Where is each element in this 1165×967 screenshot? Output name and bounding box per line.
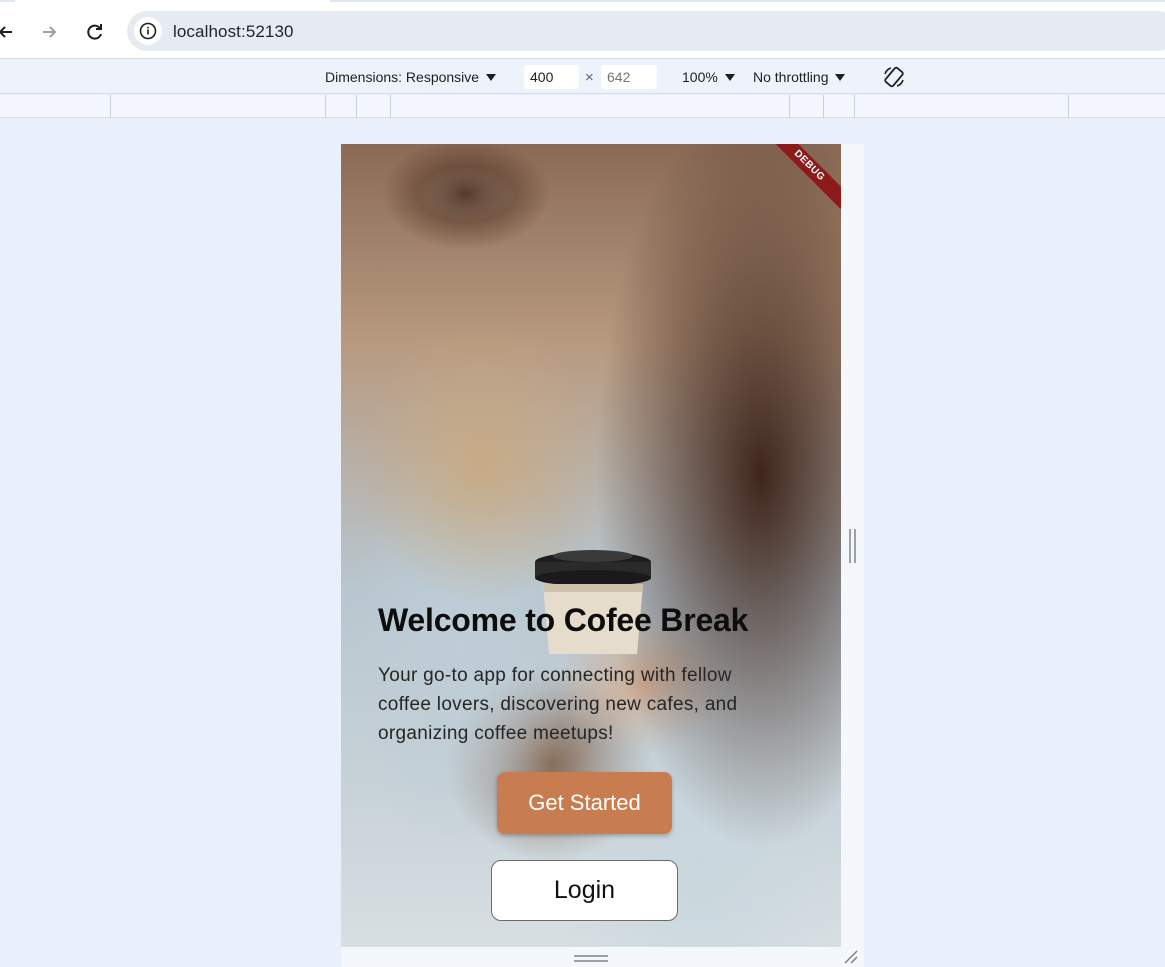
resize-handle-corner[interactable] [843, 950, 859, 964]
ruler-tick [1068, 95, 1069, 118]
resize-handle-bottom[interactable] [574, 955, 608, 963]
info-icon [139, 22, 157, 40]
ruler-tick [789, 95, 790, 118]
times-symbol: × [585, 69, 594, 86]
site-info-button[interactable] [134, 17, 162, 45]
arrow-right-icon [43, 26, 57, 38]
reload-icon [87, 24, 102, 40]
coffee-cup-photo [535, 550, 651, 654]
zoom-dropdown[interactable]: 100% [682, 69, 735, 85]
tab-strip [0, 0, 1165, 8]
caret-down-icon [724, 73, 735, 81]
caret-down-icon [835, 73, 846, 81]
welcome-subtitle: Your go-to app for connecting with fello… [378, 665, 738, 744]
address-bar[interactable]: localhost:52130 [127, 11, 1165, 51]
zoom-label: 100% [682, 69, 718, 85]
arrow-left-icon [0, 26, 12, 38]
throttling-dropdown[interactable]: No throttling [753, 69, 846, 85]
login-button[interactable]: Login [491, 860, 678, 921]
ruler-tick [325, 95, 326, 118]
resize-handle-right[interactable] [849, 529, 857, 563]
tab-indicator [330, 0, 1165, 2]
back-button[interactable] [0, 18, 20, 46]
resize-corner-icon [844, 950, 858, 964]
get-started-button[interactable]: Get Started [497, 772, 672, 834]
rotate-button[interactable] [882, 65, 906, 89]
ruler-tick [110, 95, 111, 118]
device-frame: DEBUG Welcome to Cofee Break Your go-to … [341, 144, 864, 967]
ruler-tick [854, 95, 855, 118]
ruler-tick [390, 95, 391, 118]
debug-banner: DEBUG [753, 144, 841, 222]
throttling-label: No throttling [753, 69, 829, 85]
tab-indicator-left [0, 0, 15, 2]
browser-toolbar: localhost:52130 [0, 8, 1165, 59]
ruler-tick [823, 95, 824, 118]
dimensions-label: Dimensions: Responsive [325, 69, 480, 85]
caret-down-icon [486, 73, 497, 81]
rotate-icon [884, 66, 904, 88]
media-query-ruler[interactable] [0, 95, 1165, 118]
device-toolbar: Dimensions: Responsive × 100% No throttl… [0, 60, 1165, 94]
welcome-title: Welcome to Cofee Break [378, 602, 749, 638]
app-viewport: DEBUG Welcome to Cofee Break Your go-to … [341, 144, 841, 947]
ruler-tick [356, 95, 357, 118]
forward-button[interactable] [35, 18, 63, 46]
url-text[interactable]: localhost:52130 [173, 22, 294, 42]
height-input[interactable] [601, 65, 657, 89]
width-input[interactable] [524, 65, 579, 89]
dimensions-dropdown[interactable]: Dimensions: Responsive [325, 69, 497, 85]
reload-button[interactable] [81, 18, 109, 46]
